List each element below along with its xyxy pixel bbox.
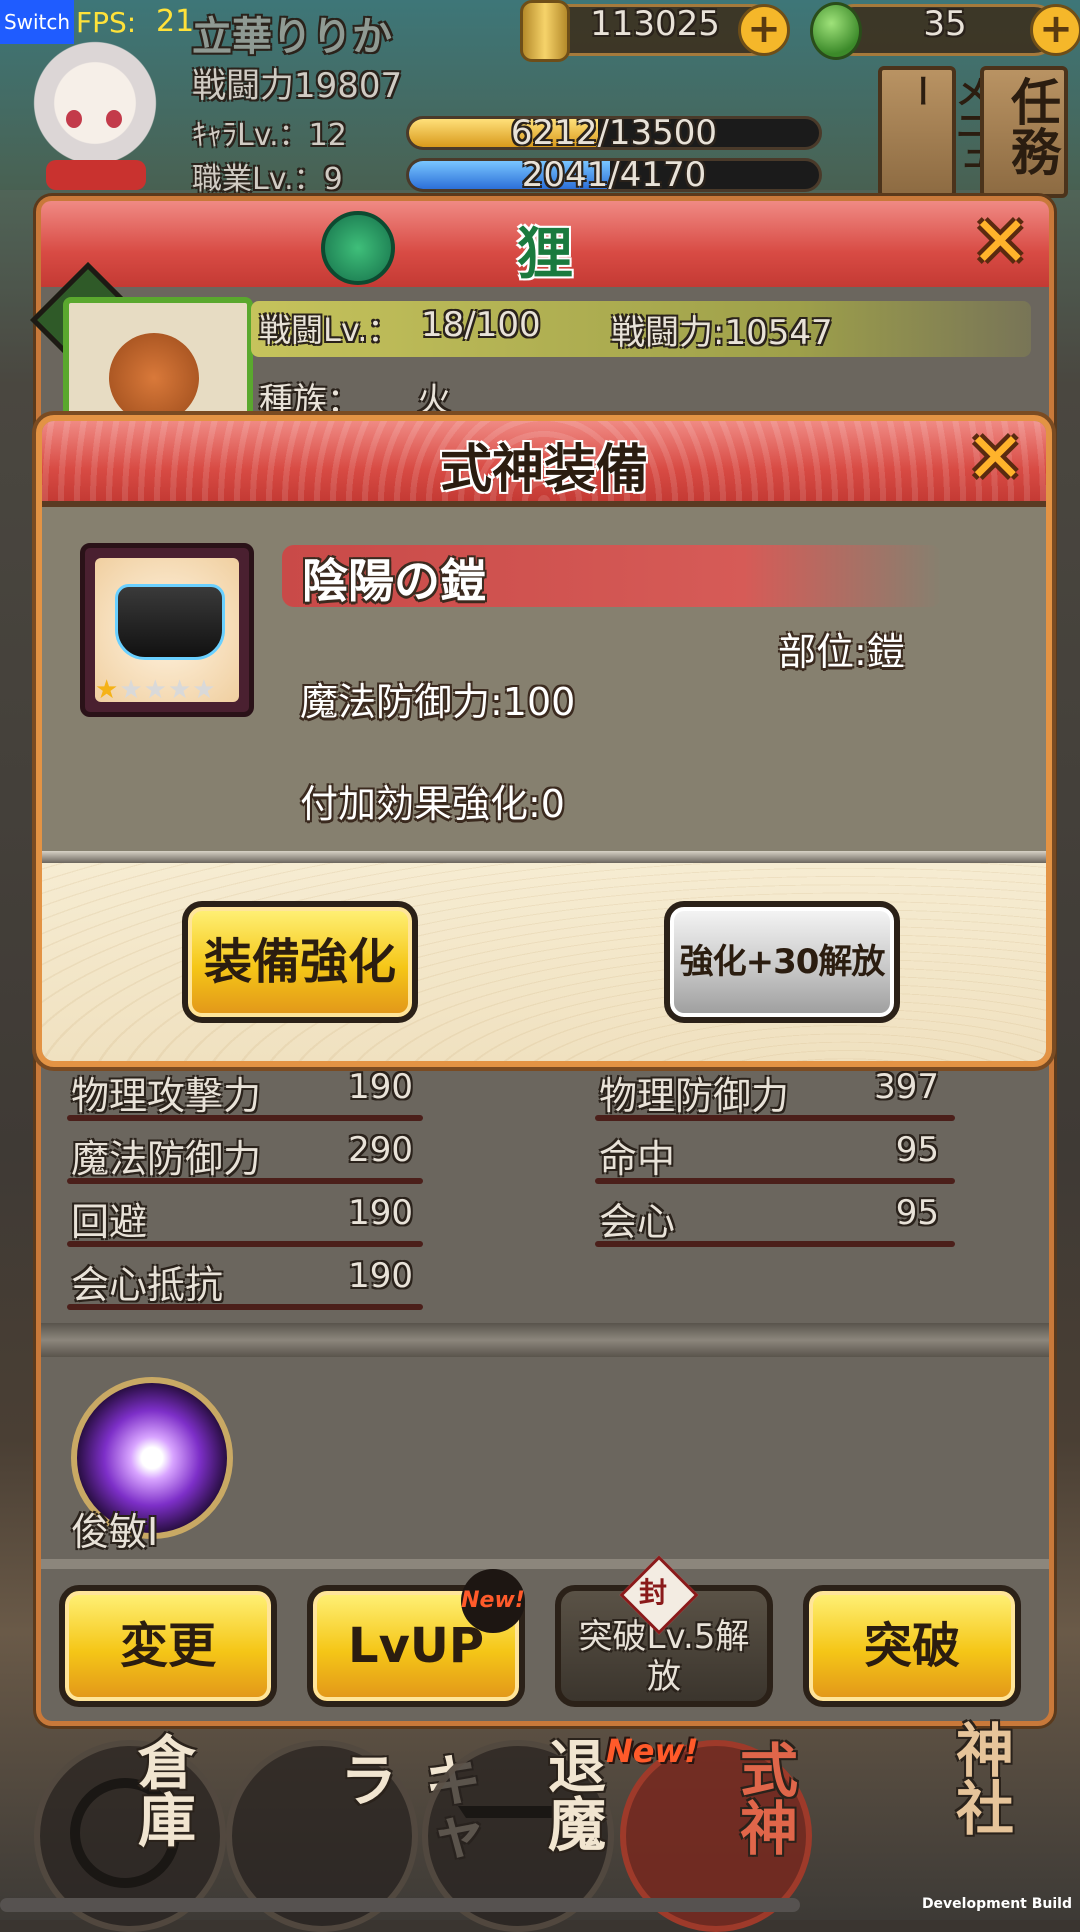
modal-title: 式神装備 <box>439 440 648 500</box>
change-button[interactable]: 変更 <box>59 1585 277 1707</box>
stars-row: ★★★★★ <box>95 676 239 704</box>
change-label: 変更 <box>119 1618 216 1674</box>
nav-shrine-label[interactable]: 神社 <box>938 1720 1022 1836</box>
chara-exp-text: 6212/13500 <box>510 116 718 150</box>
player-name: 立華りりか <box>192 14 392 60</box>
item-stat: 魔法防御力:100 <box>300 680 576 724</box>
stat-label: 回避 <box>71 1200 148 1244</box>
star-empty-icon: ★ <box>167 675 193 705</box>
coin-add-icon[interactable]: + <box>738 4 790 56</box>
top-hud: Switch FPS: 21 立華りりか 戦闘力19807 ｷｬﾗLv.：12 … <box>0 0 1080 198</box>
stat-label: 会心 <box>599 1200 676 1244</box>
section-divider <box>41 1323 1049 1357</box>
stat-value: 190 <box>348 1256 413 1296</box>
player-power: 戦闘力19807 <box>192 66 403 106</box>
stat-underline <box>67 1115 423 1121</box>
gem-add-icon[interactable]: + <box>1030 4 1080 56</box>
build-label: Development Build <box>921 1896 1072 1912</box>
item-name: 陰陽の鎧 <box>302 554 486 608</box>
section-divider <box>41 1559 1049 1569</box>
star-filled-icon: ★ <box>95 675 120 705</box>
stat-underline <box>67 1304 423 1310</box>
player-avatar[interactable] <box>6 30 186 190</box>
star-empty-icon: ★ <box>119 675 144 705</box>
nav-progress-strip <box>0 1898 800 1912</box>
nav-storage-label: 倉庫 <box>128 1732 196 1848</box>
nav-exorcise-label: 退魔 <box>538 1736 606 1852</box>
stat-label: 物理防御力 <box>599 1074 790 1118</box>
battle-level-label: 戦闘Lv.： <box>259 311 400 349</box>
shikigami-name: 狸 <box>517 222 573 287</box>
stat-label: 物理攻撃力 <box>71 1074 262 1118</box>
armor-icon <box>115 584 225 660</box>
coin-icon <box>520 0 570 62</box>
stats-grid: 物理攻撃力 190 物理防御力 397 魔法防御力 290 命中 95 回避 1… <box>59 1065 999 1325</box>
stat-value: 190 <box>348 1067 413 1107</box>
equipment-modal: 式神装備 ✕ ★★★★★ 陰陽の鎧 部位:鎧 魔法防御力:100 付加効果強化:… <box>36 415 1052 1067</box>
break-label: 突破 <box>863 1618 960 1674</box>
stat-value: 290 <box>348 1130 413 1170</box>
chara-level: ｷｬﾗLv.：12 <box>192 118 347 153</box>
stat-label: 命中 <box>599 1137 676 1181</box>
nav-shikigami-label: 式神 <box>730 1740 798 1856</box>
close-modal-icon[interactable]: ✕ <box>966 421 1025 499</box>
modal-divider <box>42 851 1046 863</box>
modal-header-border <box>42 501 1046 507</box>
equipment-icon-frame[interactable]: ★★★★★ <box>80 543 254 717</box>
chara-exp-bar: 6212/13500 <box>406 116 822 150</box>
star-empty-icon: ★ <box>192 675 217 705</box>
stat-value: 190 <box>348 1193 413 1233</box>
gem-icon <box>810 2 862 60</box>
job-level: 職業Lv.：9 <box>192 162 343 197</box>
enhance-button[interactable]: 装備強化 <box>182 901 418 1023</box>
unlock-enhance-button[interactable]: 強化+30解放 <box>664 901 900 1023</box>
stat-underline <box>67 1241 423 1247</box>
close-panel-icon[interactable]: ✕ <box>971 201 1030 283</box>
seal-label: 封 <box>639 1576 668 1609</box>
stat-label: 会心抵抗 <box>71 1263 224 1307</box>
stat-underline <box>595 1241 955 1247</box>
star-empty-icon: ★ <box>143 675 168 705</box>
unlock-enhance-label: 強化+30解放 <box>679 942 886 982</box>
mission-button[interactable]: 任務 <box>980 66 1068 198</box>
stat-value: 95 <box>895 1130 939 1170</box>
battle-level-value: 18/100 <box>421 305 541 345</box>
stat-underline <box>595 1115 955 1121</box>
stat-label: 魔法防御力 <box>71 1137 262 1181</box>
skill-name: 俊敏Ⅰ <box>71 1510 159 1554</box>
mission-label: 任務 <box>1003 76 1061 176</box>
break-button[interactable]: 突破 <box>803 1585 1021 1707</box>
menu-button[interactable]: メニュー <box>878 66 989 198</box>
shikigami-portrait[interactable] <box>63 297 253 429</box>
item-bonus: 付加効果強化:0 <box>300 782 565 826</box>
coin-amount: 113025 <box>590 4 720 44</box>
bottom-nav: 倉庫 キャラ 退魔 式神 New! 神社 <box>0 1720 1080 1932</box>
battle-power: 戦闘力:10547 <box>611 313 833 353</box>
stat-value: 95 <box>895 1193 939 1233</box>
item-slot: 部位:鎧 <box>778 630 905 674</box>
stat-value: 397 <box>874 1067 939 1107</box>
nav-new-badge: New! <box>606 1732 699 1770</box>
stat-underline <box>595 1178 955 1184</box>
job-exp-text: 2041/4170 <box>521 158 707 192</box>
new-badge: New! <box>461 1569 525 1633</box>
job-exp-bar: 2041/4170 <box>406 158 822 192</box>
enhance-label: 装備強化 <box>203 934 396 990</box>
stat-underline <box>67 1178 423 1184</box>
gem-amount: 35 <box>923 4 967 44</box>
